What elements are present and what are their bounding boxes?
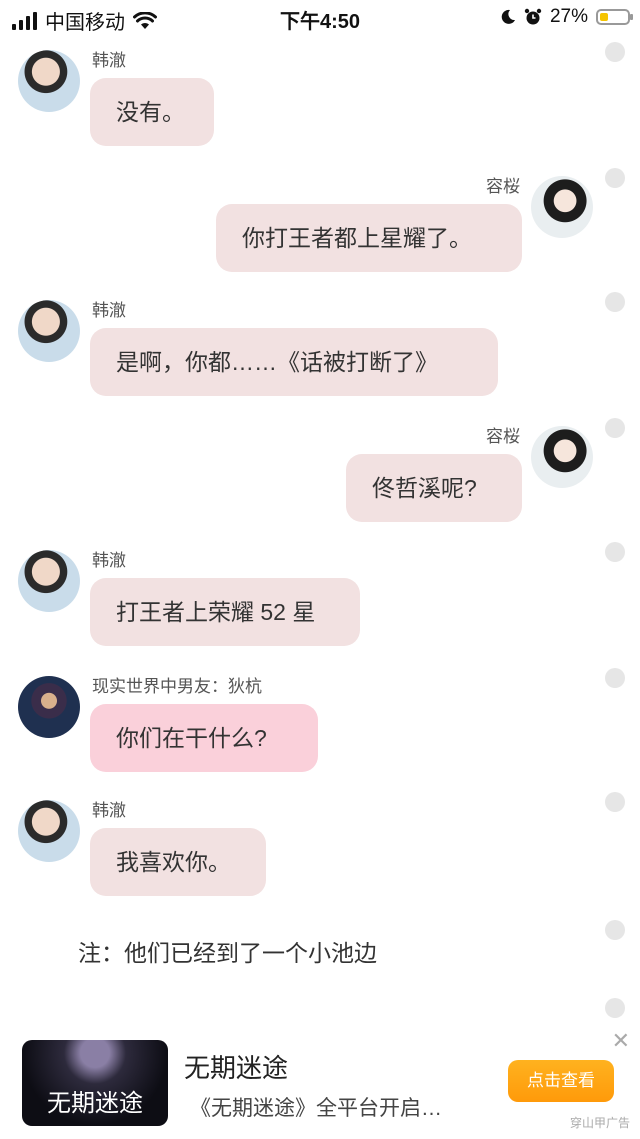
ad-banner[interactable]: 无期迷途 无期迷途 《无期迷途》全平台开启… 点击查看 ✕ 穿山甲广告 xyxy=(0,1018,640,1139)
battery-percent: 27% xyxy=(549,6,588,27)
sender-name: 韩澈 xyxy=(92,301,126,320)
sender-name: 现实世界中男友：狄杭 xyxy=(92,677,262,696)
message-bubble[interactable]: 佟哲溪呢? xyxy=(346,454,522,522)
selection-dot[interactable] xyxy=(605,792,625,812)
selection-dot[interactable] xyxy=(605,292,625,312)
ad-description: 《无期迷途》全平台开启… xyxy=(190,1097,442,1120)
avatar[interactable] xyxy=(18,300,80,362)
message-bubble[interactable]: 是啊，你都……《话被打断了》 xyxy=(90,328,498,396)
sender-name: 容桜 xyxy=(486,427,520,446)
sender-name: 韩澈 xyxy=(92,551,126,570)
avatar[interactable] xyxy=(531,176,593,238)
sender-name: 容桜 xyxy=(486,177,520,196)
moon-icon xyxy=(501,9,515,24)
sender-name: 韩澈 xyxy=(92,51,126,70)
selection-dot[interactable] xyxy=(605,542,625,562)
selection-dot[interactable] xyxy=(605,42,625,62)
message-bubble[interactable]: 打王者上荣耀 52 星 xyxy=(90,578,360,646)
message-bubble[interactable]: 我喜欢你。 xyxy=(90,828,266,896)
selection-dot[interactable] xyxy=(605,668,625,688)
message-bubble[interactable]: 你打王者都上星耀了。 xyxy=(216,204,522,272)
ad-thumbnail[interactable]: 无期迷途 xyxy=(22,1040,168,1126)
sender-name: 韩澈 xyxy=(92,801,126,820)
selection-dot[interactable] xyxy=(605,920,625,940)
selection-dot[interactable] xyxy=(605,998,625,1018)
alarm-icon xyxy=(524,8,542,25)
avatar[interactable] xyxy=(18,676,80,738)
selection-dot[interactable] xyxy=(605,418,625,438)
ad-source-label: 穿山甲广告 xyxy=(569,1116,630,1130)
ad-view-button[interactable]: 点击查看 xyxy=(508,1060,614,1102)
avatar[interactable] xyxy=(18,550,80,612)
narration-note: 注：他们已经到了一个小池边 xyxy=(78,940,377,966)
message-bubble[interactable]: 你们在干什么? xyxy=(90,704,318,772)
status-right: 27% xyxy=(500,6,633,28)
close-icon[interactable]: ✕ xyxy=(612,1030,630,1052)
ad-thumbnail-text: 无期迷途 xyxy=(47,1090,143,1117)
avatar[interactable] xyxy=(18,800,80,862)
battery-icon xyxy=(596,9,633,25)
selection-dot[interactable] xyxy=(605,168,625,188)
status-bar: 中国移动 下午4:50 27% xyxy=(0,0,640,36)
message-bubble[interactable]: 没有。 xyxy=(90,78,214,146)
avatar[interactable] xyxy=(18,50,80,112)
ad-title[interactable]: 无期迷途 xyxy=(184,1048,288,1085)
avatar[interactable] xyxy=(531,426,593,488)
